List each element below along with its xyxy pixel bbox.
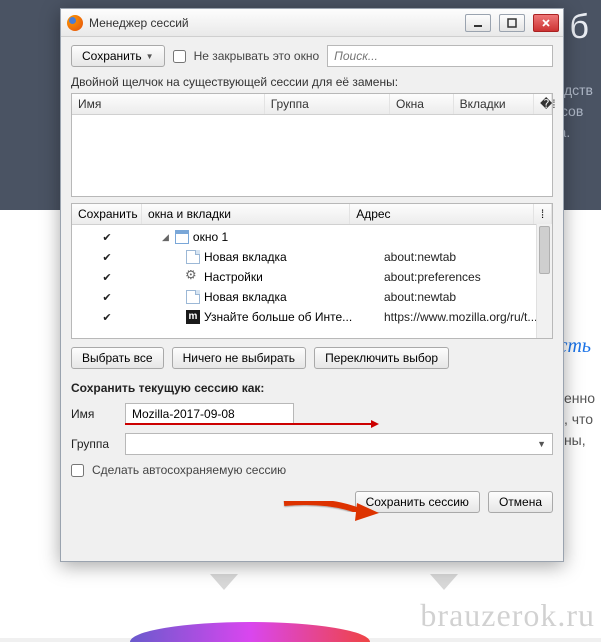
carousel-arrow-icon xyxy=(430,574,458,590)
save-section-label: Сохранить текущую сессию как: xyxy=(71,381,553,395)
bg-paragraph: енно , что ны, xyxy=(564,388,595,451)
win-icon xyxy=(175,230,189,244)
search-input[interactable] xyxy=(327,45,553,67)
tree-header: Сохранить окна и вкладки Адрес ⁞ xyxy=(72,204,552,225)
tree-row[interactable]: ✔◢окно 1 xyxy=(72,227,552,247)
col-name[interactable]: Имя xyxy=(72,94,265,114)
row-checkmark[interactable]: ✔ xyxy=(72,251,142,264)
session-name-input[interactable] xyxy=(125,403,294,425)
row-address: about:preferences xyxy=(378,270,552,284)
tcol-save[interactable]: Сохранить xyxy=(72,204,142,224)
session-manager-dialog: Менеджер сессий Сохранить ▼ Не закрывать… xyxy=(60,8,564,562)
col-tabs[interactable]: Вкладки xyxy=(454,94,534,114)
tcol-address[interactable]: Адрес xyxy=(350,204,534,224)
close-button[interactable] xyxy=(533,14,559,32)
maximize-button[interactable] xyxy=(499,14,525,32)
autosave-label: Сделать автосохраняемую сессию xyxy=(92,463,286,477)
cancel-button[interactable]: Отмена xyxy=(488,491,553,513)
row-label: Настройки xyxy=(142,270,378,284)
sessions-list[interactable]: Имя Группа Окна Вкладки �⁞ xyxy=(71,93,553,197)
toggle-selection-button[interactable]: Переключить выбор xyxy=(314,347,449,369)
chevron-down-icon: ▼ xyxy=(537,439,546,449)
group-combo[interactable]: ▼ xyxy=(125,433,553,455)
column-picker-icon[interactable]: ⁞ xyxy=(534,204,552,224)
group-label: Группа xyxy=(71,437,115,451)
name-label: Имя xyxy=(71,407,115,421)
dont-close-label: Не закрывать это окно xyxy=(194,49,320,63)
save-dropdown-button[interactable]: Сохранить ▼ xyxy=(71,45,165,67)
gear-icon xyxy=(186,270,200,284)
firefox-icon xyxy=(67,15,83,31)
scroll-thumb[interactable] xyxy=(539,226,550,274)
page-icon xyxy=(186,290,200,304)
row-checkmark[interactable]: ✔ xyxy=(72,311,142,324)
page-icon xyxy=(186,250,200,264)
save-session-button[interactable]: Сохранить сессию xyxy=(355,491,480,513)
chevron-down-icon: ▼ xyxy=(146,52,154,61)
tree-row[interactable]: ✔Новая вкладкаabout:newtab xyxy=(72,287,552,307)
watermark: brauzerok.ru xyxy=(420,597,595,634)
moz-icon: m xyxy=(186,310,200,324)
scrollbar[interactable] xyxy=(536,224,552,338)
tcol-windows-tabs[interactable]: окна и вкладки xyxy=(142,204,350,224)
row-checkmark[interactable]: ✔ xyxy=(72,291,142,304)
expand-icon[interactable]: ◢ xyxy=(162,232,169,243)
sessions-hint: Двойной щелчок на существующей сессии дл… xyxy=(71,75,553,89)
window-title: Менеджер сессий xyxy=(89,16,189,30)
row-checkmark[interactable]: ✔ xyxy=(72,231,142,244)
bg-big-letter: б xyxy=(570,8,589,47)
select-none-button[interactable]: Ничего не выбирать xyxy=(172,347,306,369)
dont-close-checkbox[interactable] xyxy=(173,50,186,63)
minimize-button[interactable] xyxy=(465,14,491,32)
row-label: mУзнайте больше об Инте... xyxy=(142,310,378,324)
col-group[interactable]: Группа xyxy=(265,94,390,114)
row-address: about:newtab xyxy=(378,250,552,264)
carousel-arrow-icon xyxy=(210,574,238,590)
col-windows[interactable]: Окна xyxy=(390,94,454,114)
select-all-button[interactable]: Выбрать все xyxy=(71,347,164,369)
sessions-header: Имя Группа Окна Вкладки �⁞ xyxy=(72,94,552,115)
dont-close-checkbox-wrap[interactable]: Не закрывать это окно xyxy=(173,49,320,63)
column-picker-icon[interactable]: �⁞ xyxy=(534,94,552,114)
autosave-checkbox[interactable] xyxy=(71,464,84,477)
tree-row[interactable]: ✔mУзнайте больше об Инте...https://www.m… xyxy=(72,307,552,327)
row-label: ◢окно 1 xyxy=(142,230,367,244)
annotation-underline xyxy=(125,423,371,425)
row-address: https://www.mozilla.org/ru/t... xyxy=(378,310,552,324)
row-checkmark[interactable]: ✔ xyxy=(72,271,142,284)
row-label: Новая вкладка xyxy=(142,290,378,304)
tree-row[interactable]: ✔Настройкиabout:preferences xyxy=(72,267,552,287)
row-address: about:newtab xyxy=(378,290,552,304)
titlebar[interactable]: Менеджер сессий xyxy=(61,9,563,37)
autosave-checkbox-wrap[interactable]: Сделать автосохраняемую сессию xyxy=(71,463,553,477)
windows-tabs-tree[interactable]: Сохранить окна и вкладки Адрес ⁞ ✔◢окно … xyxy=(71,203,553,339)
tree-row[interactable]: ✔Новая вкладкаabout:newtab xyxy=(72,247,552,267)
row-label: Новая вкладка xyxy=(142,250,378,264)
